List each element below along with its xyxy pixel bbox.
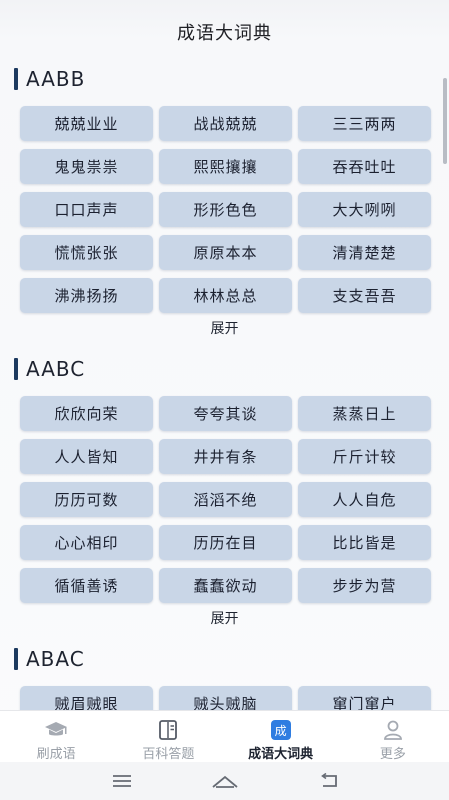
section-aabc: AABC 欣欣向荣 夸夸其谈 蒸蒸日上 人人皆知 井井有条 斤斤计较 历历可数 … (0, 354, 449, 629)
book-icon (156, 719, 180, 741)
back-icon[interactable] (313, 770, 343, 792)
tab-practice-idioms[interactable]: 刷成语 (0, 711, 112, 762)
idiom-chip[interactable]: 循循善诱 (20, 568, 153, 603)
idiom-chip[interactable]: 人人自危 (298, 482, 431, 517)
idiom-chip[interactable]: 历历可数 (20, 482, 153, 517)
tab-label: 刷成语 (36, 747, 76, 762)
idiom-chip[interactable]: 鬼鬼祟祟 (20, 149, 153, 184)
section-title: ABAC (26, 647, 85, 671)
section-header: AABB (0, 64, 449, 94)
idiom-chip[interactable]: 贼头贼脑 (159, 686, 292, 710)
idiom-chip[interactable]: 比比皆是 (298, 525, 431, 560)
content-scroll-area[interactable]: AABB 兢兢业业 战战兢兢 三三两两 鬼鬼祟祟 熙熙攘攘 吞吞吐吐 口口声声 … (0, 64, 449, 710)
expand-button[interactable]: 展开 (0, 609, 449, 629)
idiom-chip[interactable]: 原原本本 (159, 235, 292, 270)
idiom-chip[interactable]: 支支吾吾 (298, 278, 431, 313)
bottom-tab-bar: 刷成语 百科答题 成 成语大词典 更多 (0, 710, 449, 762)
scrollbar[interactable] (443, 78, 447, 164)
header: 成语大词典 (0, 0, 449, 64)
expand-button[interactable]: 展开 (0, 319, 449, 339)
dictionary-icon-glyph: 成 (270, 720, 291, 740)
idiom-chip[interactable]: 欣欣向荣 (20, 396, 153, 431)
section-marker (14, 68, 18, 90)
system-navigation-bar (0, 762, 449, 800)
section-marker (14, 358, 18, 380)
section-marker (14, 648, 18, 670)
dictionary-icon: 成 (269, 719, 293, 741)
idiom-chip[interactable]: 心心相印 (20, 525, 153, 560)
idiom-chip[interactable]: 吞吞吐吐 (298, 149, 431, 184)
tab-label: 百科答题 (142, 747, 195, 762)
idiom-chip[interactable]: 窜门窜户 (298, 686, 431, 710)
idiom-chip[interactable]: 熙熙攘攘 (159, 149, 292, 184)
idiom-chip[interactable]: 贼眉贼眼 (20, 686, 153, 710)
idiom-chip[interactable]: 沸沸扬扬 (20, 278, 153, 313)
idiom-grid: 兢兢业业 战战兢兢 三三两两 鬼鬼祟祟 熙熙攘攘 吞吞吐吐 口口声声 形形色色 … (0, 106, 449, 313)
tab-more[interactable]: 更多 (337, 711, 449, 762)
idiom-chip[interactable]: 井井有条 (159, 439, 292, 474)
idiom-chip[interactable]: 清清楚楚 (298, 235, 431, 270)
idiom-chip[interactable]: 大大咧咧 (298, 192, 431, 227)
section-title: AABC (26, 357, 86, 381)
idiom-chip[interactable]: 历历在目 (159, 525, 292, 560)
tab-label: 更多 (379, 747, 406, 762)
idiom-chip[interactable]: 兢兢业业 (20, 106, 153, 141)
idiom-chip[interactable]: 斤斤计较 (298, 439, 431, 474)
idiom-chip[interactable]: 慌慌张张 (20, 235, 153, 270)
idiom-chip[interactable]: 三三两两 (298, 106, 431, 141)
idiom-grid: 欣欣向荣 夸夸其谈 蒸蒸日上 人人皆知 井井有条 斤斤计较 历历可数 滔滔不绝 … (0, 396, 449, 603)
tab-encyclopedia-quiz[interactable]: 百科答题 (112, 711, 224, 762)
user-icon (381, 719, 405, 741)
idiom-chip[interactable]: 形形色色 (159, 192, 292, 227)
section-aabb: AABB 兢兢业业 战战兢兢 三三两两 鬼鬼祟祟 熙熙攘攘 吞吞吐吐 口口声声 … (0, 64, 449, 339)
app-screen: 成语大词典 AABB 兢兢业业 战战兢兢 三三两两 鬼鬼祟祟 熙熙攘攘 吞吞吐吐… (0, 0, 449, 800)
section-header: ABAC (0, 644, 449, 674)
idiom-chip[interactable]: 夸夸其谈 (159, 396, 292, 431)
page-title: 成语大词典 (177, 23, 272, 44)
idiom-chip[interactable]: 林林总总 (159, 278, 292, 313)
idiom-chip[interactable]: 步步为营 (298, 568, 431, 603)
section-title: AABB (26, 67, 86, 91)
idiom-grid: 贼眉贼眼 贼头贼脑 窜门窜户 (0, 686, 449, 710)
section-header: AABC (0, 354, 449, 384)
idiom-chip[interactable]: 蒸蒸日上 (298, 396, 431, 431)
idiom-chip[interactable]: 战战兢兢 (159, 106, 292, 141)
graduation-cap-icon (44, 719, 68, 741)
idiom-chip[interactable]: 口口声声 (20, 192, 153, 227)
idiom-chip[interactable]: 蠢蠢欲动 (159, 568, 292, 603)
tab-idiom-dictionary[interactable]: 成 成语大词典 (225, 711, 337, 762)
idiom-chip[interactable]: 人人皆知 (20, 439, 153, 474)
home-icon[interactable] (210, 770, 240, 792)
section-abac: ABAC 贼眉贼眼 贼头贼脑 窜门窜户 (0, 644, 449, 710)
tab-label: 成语大词典 (248, 747, 314, 762)
idiom-chip[interactable]: 滔滔不绝 (159, 482, 292, 517)
menu-icon[interactable] (107, 770, 137, 792)
